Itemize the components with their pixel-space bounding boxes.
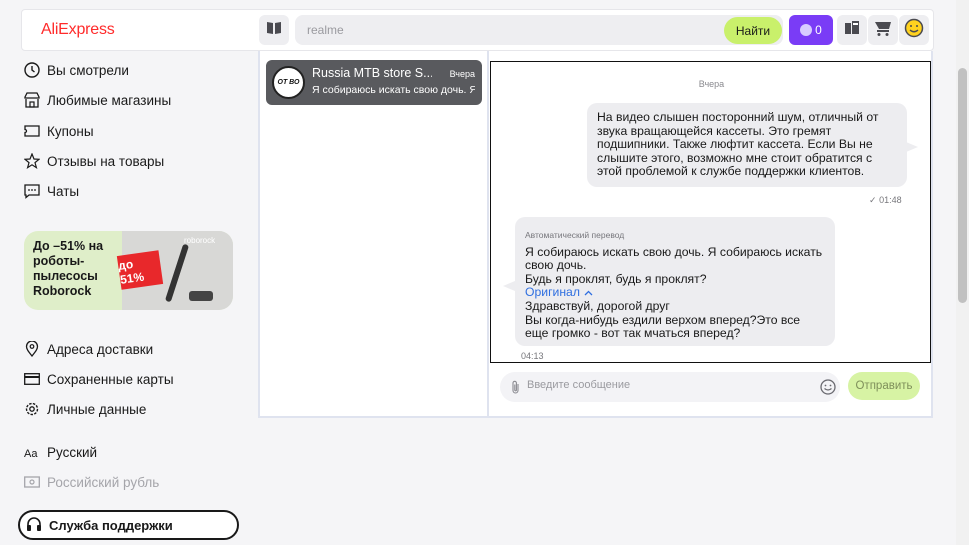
search-button[interactable]: Найти: [724, 17, 782, 44]
auto-translation-label: Автоматический перевод: [525, 230, 625, 240]
page: AliExpress Найти 0: [0, 0, 969, 545]
sidebar-item-label: Любимые магазины: [47, 92, 172, 108]
chat-date: Вчера: [449, 69, 475, 79]
orders-button[interactable]: [837, 15, 867, 45]
chat-list-item[interactable]: ОТ ВО Russia MTB store S... Вчера Я соби…: [266, 60, 482, 105]
catalog-button[interactable]: [259, 15, 289, 45]
sidebar-item-personal-data[interactable]: Личные данные: [24, 398, 146, 420]
outgoing-message-tail: [906, 142, 918, 152]
promo-banner[interactable]: До –51% на роботы-пылесосы Roborock до 5…: [24, 231, 233, 310]
language-label: Русский: [47, 444, 98, 460]
header: AliExpress Найти 0: [21, 9, 934, 51]
coins-count: 0: [815, 23, 822, 37]
coins-button[interactable]: 0: [789, 15, 833, 45]
original-toggle[interactable]: Оригинал: [525, 286, 825, 300]
card-icon: [24, 371, 40, 387]
sidebar-item-label: Адреса доставки: [47, 341, 154, 357]
star-icon: [24, 153, 40, 169]
store-icon: [24, 92, 40, 108]
currency-label: Российский рубль: [47, 474, 160, 490]
promo-discount-badge: до 51%: [116, 250, 164, 290]
sidebar-item-label: Вы смотрели: [47, 62, 129, 78]
sidebar-item-saved-cards[interactable]: Сохраненные карты: [24, 368, 174, 390]
original-text: Здравствуй, дорогой друг Вы когда-нибудь…: [525, 298, 801, 341]
chat-icon: [24, 183, 40, 199]
vacuum-base-image: [189, 291, 213, 301]
page-scrollbar[interactable]: [956, 0, 969, 545]
chat-list: ОТ ВО Russia MTB store S... Вчера Я соби…: [260, 51, 489, 416]
store-avatar: ОТ ВО: [272, 66, 305, 99]
sidebar-item-coupons[interactable]: Купоны: [24, 120, 94, 142]
sidebar-item-label: Сохраненные карты: [47, 371, 174, 387]
sidebar-item-viewed[interactable]: Вы смотрели: [24, 59, 129, 81]
message-input[interactable]: [527, 379, 807, 391]
translated-text: Я собираюсь искать свою дочь. Я собираюс…: [525, 244, 823, 286]
money-icon: [24, 474, 40, 490]
outgoing-time: ✓ 01:48: [869, 195, 902, 206]
promo-brand: roborock: [184, 236, 216, 245]
coin-icon: [800, 24, 813, 36]
send-button[interactable]: Отправить: [848, 372, 920, 400]
svg-text:Aa: Aa: [24, 448, 38, 459]
search-box: [295, 15, 783, 45]
sidebar-item-label: Чаты: [47, 183, 80, 199]
conversation: Вчера На видео слышен посторонний шум, о…: [490, 61, 931, 363]
headphones-icon: [26, 516, 42, 535]
sidebar-item-label: Личные данные: [47, 401, 147, 417]
coupon-icon: [24, 123, 40, 139]
day-label: Вчера: [698, 79, 725, 89]
location-pin-icon: [24, 341, 40, 357]
language-icon: Aa: [24, 444, 40, 460]
chevron-up-icon: [584, 286, 593, 300]
aliexpress-logo[interactable]: AliExpress: [41, 21, 115, 39]
sidebar-item-chats[interactable]: Чаты: [24, 180, 79, 202]
outgoing-time-text: 01:48: [879, 195, 902, 205]
chat-preview: Я собираюсь искать свою дочь. Я: [312, 84, 475, 96]
chat-name: Russia MTB store S...: [312, 66, 432, 80]
check-icon: ✓: [869, 195, 877, 205]
sidebar-item-label: Отзывы на товары: [47, 153, 165, 169]
message-composer: [500, 372, 840, 402]
search-input[interactable]: [307, 21, 707, 39]
currency-selector[interactable]: Российский рубль: [24, 471, 159, 493]
incoming-message-tail: [503, 281, 515, 291]
scrollbar-thumb[interactable]: [958, 68, 967, 303]
support-label: Служба поддержки: [49, 517, 173, 533]
gear-icon: [24, 401, 40, 417]
book-icon: [266, 21, 282, 40]
original-link-label: Оригинал: [525, 285, 580, 300]
support-button[interactable]: Служба поддержки: [18, 510, 239, 540]
outgoing-message: На видео слышен посторонний шум, отличны…: [587, 103, 907, 187]
chat-panel: ОТ ВО Russia MTB store S... Вчера Я соби…: [258, 51, 933, 418]
sidebar-item-addresses[interactable]: Адреса доставки: [24, 338, 153, 360]
language-selector[interactable]: Aa Русский: [24, 441, 97, 463]
profile-button[interactable]: [899, 15, 929, 45]
paperclip-icon[interactable]: [510, 380, 521, 400]
cart-icon: [874, 20, 892, 41]
cart-button[interactable]: [868, 15, 898, 45]
box-icon: [844, 20, 860, 41]
sidebar-item-label: Купоны: [47, 123, 94, 139]
emoji-icon[interactable]: [820, 379, 836, 400]
sidebar-item-reviews[interactable]: Отзывы на товары: [24, 150, 164, 172]
incoming-time: 04:13: [521, 351, 544, 361]
incoming-message: Автоматический перевод Я собираюсь искат…: [515, 217, 835, 346]
clock-icon: [24, 62, 40, 78]
smile-icon: [904, 18, 924, 43]
sidebar-item-favorite-stores[interactable]: Любимые магазины: [24, 89, 171, 111]
